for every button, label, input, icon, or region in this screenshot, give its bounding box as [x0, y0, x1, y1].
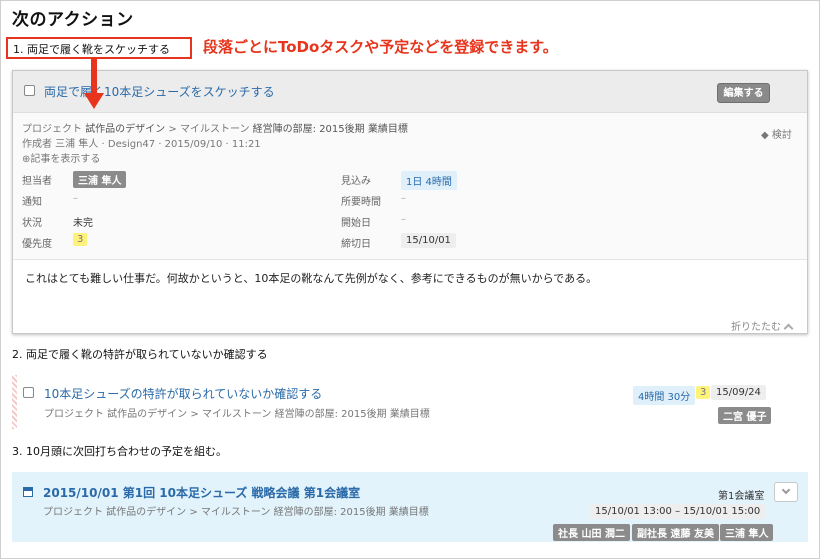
tag-link[interactable]: ◆ 検討: [761, 126, 792, 141]
task-1-author-line: 作成者 三浦 隼人 · Design47 · 2015/09/10 · 11:2…: [22, 139, 261, 150]
event-location: 第1会議室: [718, 491, 765, 502]
edit-button[interactable]: 編集する: [717, 83, 770, 103]
step-3-label: 3. 10月頭に次回打ち合わせの予定を組む。: [12, 445, 227, 458]
field-label-status: 状況: [22, 218, 42, 229]
task-card-expanded: 両足で履く10本足シューズをスケッチする 編集する プロジェクト 試作品のデザイ…: [12, 70, 808, 334]
notify-value: –: [73, 193, 78, 204]
project-label: プロジェクト: [22, 124, 82, 135]
field-label-notify: 通知: [22, 197, 42, 208]
task-2-estimate-badge: 4時間 30分: [633, 386, 696, 405]
assignee-badge[interactable]: 三浦 隼人: [73, 171, 127, 188]
annotation-arrow: [84, 59, 104, 109]
step-2-label: 2. 両足で履く靴の特許が取られていないか確認する: [12, 348, 268, 361]
calendar-icon: [23, 487, 33, 497]
task-2-due-date: 15/09/24: [711, 385, 766, 400]
task-1-description-area: これはとても難しい仕事だ。何故かというと、10本足の靴なんて先例がなく、参考にで…: [13, 259, 807, 334]
event-breadcrumb: プロジェクト 試作品のデザイン > マイルストーン 経営陣の部屋: 2015後期…: [43, 507, 429, 518]
collapse-toggle[interactable]: 折りたたむ: [731, 318, 794, 334]
task-2-title-link[interactable]: 10本足シューズの特許が取られていないか確認する: [44, 385, 322, 402]
collapse-label: 折りたたむ: [731, 322, 781, 333]
start-date-value: –: [401, 214, 406, 225]
priority-badge: 3: [73, 233, 88, 246]
show-record-link[interactable]: ⊕記事を表示する: [22, 150, 100, 165]
task-2-assignee-badge[interactable]: 二宮 優子: [718, 407, 772, 424]
field-label-estimate: 見込み: [341, 176, 371, 187]
field-label-priority: 優先度: [22, 239, 52, 250]
field-label-due-date: 締切日: [341, 239, 371, 250]
task-2-checkbox[interactable]: [23, 387, 34, 398]
breadcrumb-separator: >: [168, 124, 177, 135]
step-1-highlight: 1. 両足で履く靴をスケッチする: [6, 37, 192, 59]
status-value: 未完: [73, 218, 93, 229]
event-options-dropdown[interactable]: [774, 482, 798, 502]
task-1-title-link[interactable]: 両足で履く10本足シューズをスケッチする: [44, 83, 275, 100]
field-label-start-date: 開始日: [341, 218, 371, 229]
event-row: 2015/10/01 第1回 10本足シューズ 戦略会議 第1会議室 プロジェク…: [12, 472, 808, 542]
task-2-row: 10本足シューズの特許が取られていないか確認する プロジェクト 試作品のデザイン…: [12, 375, 808, 429]
tag-label: 検討: [771, 130, 792, 141]
task-1-checkbox[interactable]: [24, 85, 35, 96]
project-link[interactable]: 試作品のデザイン: [85, 124, 165, 135]
attendee-badge[interactable]: 副社長 遠藤 友美: [632, 524, 719, 541]
chevron-up-icon: [783, 323, 794, 334]
task-card-header: 両足で履く10本足シューズをスケッチする 編集する: [13, 71, 807, 113]
event-time-range: 15/10/01 13:00 – 15/10/01 15:00: [590, 504, 766, 519]
field-label-duration: 所要時間: [341, 197, 381, 208]
task-1-breadcrumb: プロジェクト 試作品のデザイン > マイルストーン 経営陣の部屋: 2015後期…: [22, 120, 408, 135]
task-2-breadcrumb: プロジェクト 試作品のデザイン > マイルストーン 経営陣の部屋: 2015後期…: [44, 409, 430, 420]
step-1-label: 1. 両足で履く靴をスケッチする: [13, 43, 170, 56]
annotation-callout: 段落ごとにToDoタスクや予定などを登録できます。: [203, 38, 558, 56]
section-title: 次のアクション: [12, 10, 134, 30]
due-date-value: 15/10/01: [401, 233, 456, 248]
task-1-description: これはとても難しい仕事だ。何故かというと、10本足の靴なんて先例がなく、参考にで…: [25, 272, 598, 285]
task-2-priority-badge: 3: [696, 386, 711, 399]
task-2-hatch-marker: [12, 375, 17, 429]
event-title-link[interactable]: 2015/10/01 第1回 10本足シューズ 戦略会議 第1会議室: [43, 484, 360, 501]
duration-value: –: [401, 193, 406, 204]
attendee-badge[interactable]: 三浦 隼人: [720, 524, 774, 541]
show-record-label: 記事を表示する: [30, 154, 101, 165]
field-label-assignee: 担当者: [22, 176, 52, 187]
estimate-badge: 1日 4時間: [401, 171, 457, 190]
chevron-down-icon: [781, 485, 791, 495]
tag-icon: ◆: [761, 130, 769, 141]
attendee-badge[interactable]: 社長 山田 潤二: [553, 524, 630, 541]
milestone-link[interactable]: 経営陣の部屋: 2015後期 業績目標: [253, 124, 408, 135]
milestone-label: マイルストーン: [179, 124, 250, 135]
